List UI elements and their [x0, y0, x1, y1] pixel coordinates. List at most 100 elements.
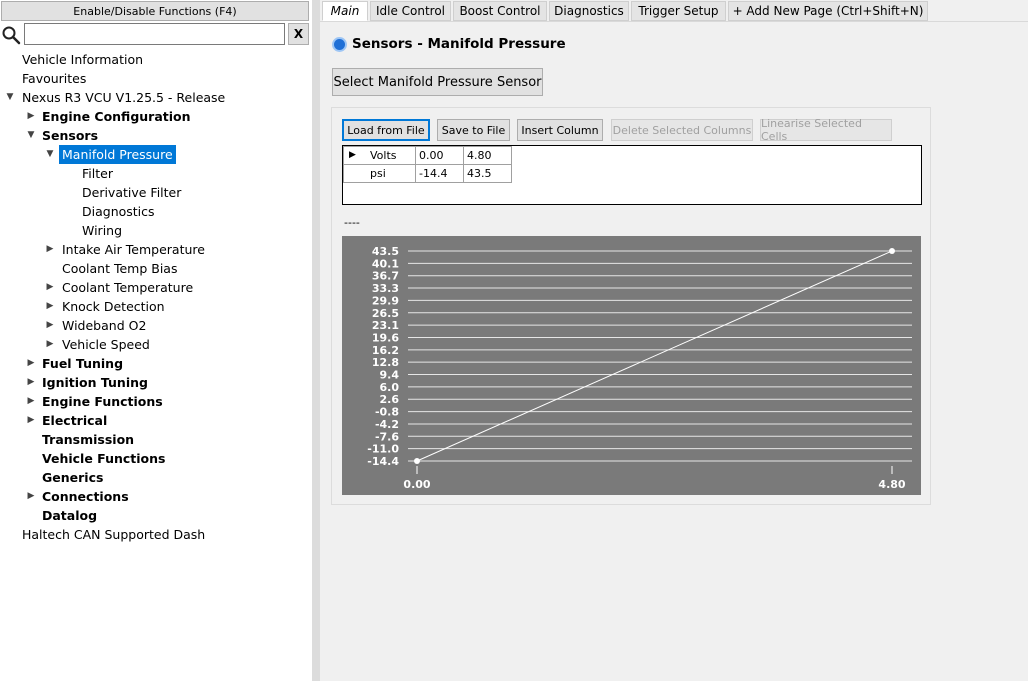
clear-search-button[interactable]: X [288, 23, 309, 45]
table-cell[interactable]: 4.80 [463, 146, 512, 165]
table-cell[interactable]: -14.4 [415, 164, 464, 183]
tree-item[interactable]: ▶ Electrical [0, 411, 312, 430]
tree-item[interactable]: ▼ Manifold Pressure [0, 145, 312, 164]
y-tick-label: -11.0 [367, 443, 399, 456]
tree-item[interactable]: Generics [0, 468, 312, 487]
tree-item-label: Wiring [82, 223, 123, 238]
tab-idle-control[interactable]: Idle Control [370, 1, 451, 21]
row-header: ▶ Volts [343, 146, 416, 165]
main-content: Main Idle Control Boost Control Diagnostics… [320, 0, 1028, 681]
tree-item[interactable]: ▶ Vehicle Speed [0, 335, 312, 354]
y-tick-label: 43.5 [372, 245, 399, 258]
tab-add-new-page[interactable]: + Add New Page (Ctrl+Shift+N) [728, 1, 928, 21]
tree-item[interactable]: ▶ Connections [0, 487, 312, 506]
y-tick-label: 2.6 [380, 393, 400, 406]
tree-item[interactable]: Transmission [0, 430, 312, 449]
y-tick-label: -0.8 [375, 406, 399, 419]
tree-item-label: Engine Functions [42, 394, 163, 409]
tree-item-label: Ignition Tuning [42, 375, 148, 390]
tree-item[interactable]: Haltech CAN Supported Dash [0, 525, 312, 544]
tab-diagnostics[interactable]: Diagnostics [549, 1, 629, 21]
linearise-selected-cells-button: Linearise Selected Cells [760, 117, 892, 143]
expand-right-icon[interactable]: ▶ [25, 392, 37, 411]
expand-right-icon[interactable]: ▶ [44, 297, 56, 316]
tree-item-label: Vehicle Speed [62, 337, 150, 352]
expand-right-icon[interactable]: ▶ [44, 335, 56, 354]
enable-disable-functions-button[interactable]: Enable/Disable Functions (F4) [1, 1, 309, 21]
tree-item[interactable]: Derivative Filter [0, 183, 312, 202]
tree-item[interactable]: Wiring [0, 221, 312, 240]
tree-item[interactable]: Vehicle Information [0, 50, 312, 69]
row-label: psi [370, 167, 386, 180]
expand-down-icon[interactable]: ▼ [44, 145, 56, 164]
tree-item[interactable]: Filter [0, 164, 312, 183]
tab-main[interactable]: Main [322, 1, 368, 21]
function-tree: Vehicle Information Favourites ▼ Nexus R3 V… [0, 50, 312, 544]
y-tick-label: 29.9 [372, 294, 399, 307]
tab-bar: Main Idle Control Boost Control Diagnostics… [320, 0, 1028, 22]
tree-item[interactable]: ▶ Fuel Tuning [0, 354, 312, 373]
data-point[interactable] [414, 458, 420, 464]
calibration-table: ▶ Volts 0.00 4.80 psi -14.4 43.5 [343, 146, 512, 183]
tree-item[interactable]: ▶ Wideband O2 [0, 316, 312, 335]
table-cell[interactable]: 43.5 [463, 164, 512, 183]
expand-down-icon[interactable]: ▼ [4, 88, 16, 107]
calibration-table-container: ▶ Volts 0.00 4.80 psi -14.4 43.5 [342, 145, 922, 205]
tree-item-label: Intake Air Temperature [62, 242, 205, 257]
tab-boost-control[interactable]: Boost Control [453, 1, 547, 21]
tree-item[interactable]: ▶ Coolant Temperature [0, 278, 312, 297]
y-tick-label: 33.3 [372, 282, 399, 295]
panel-splitter[interactable] [312, 0, 320, 681]
page-title: Sensors - Manifold Pressure [352, 36, 566, 52]
tree-item[interactable]: Diagnostics [0, 202, 312, 221]
table-row: ▶ Volts 0.00 4.80 [343, 146, 512, 165]
expand-right-icon[interactable]: ▶ [44, 316, 56, 335]
expand-right-icon[interactable]: ▶ [25, 373, 37, 392]
tree-item[interactable]: ▼ Sensors [0, 126, 312, 145]
navigation-panel: Enable/Disable Functions (F4) X Vehicle … [0, 0, 312, 681]
tree-item[interactable]: Datalog [0, 506, 312, 525]
y-tick-label: -7.6 [375, 430, 399, 443]
tree-item[interactable]: Favourites [0, 69, 312, 88]
expand-right-icon[interactable]: ▶ [44, 278, 56, 297]
tree-item-label: Coolant Temp Bias [62, 261, 178, 276]
tree-item-label: Favourites [22, 71, 87, 86]
expand-right-icon[interactable]: ▶ [25, 354, 37, 373]
table-cell[interactable]: 0.00 [415, 146, 464, 165]
insert-column-button[interactable]: Insert Column [517, 119, 603, 141]
tree-item[interactable]: ▶ Engine Configuration [0, 107, 312, 126]
save-to-file-button[interactable]: Save to File [437, 119, 510, 141]
expand-right-icon[interactable]: ▶ [25, 107, 37, 126]
y-tick-label: 12.8 [372, 356, 399, 369]
expand-right-icon[interactable]: ▶ [44, 240, 56, 259]
tree-item[interactable]: ▶ Intake Air Temperature [0, 240, 312, 259]
tree-item[interactable]: ▶ Knock Detection [0, 297, 312, 316]
data-point[interactable] [889, 248, 895, 254]
y-tick-label: 9.4 [380, 369, 400, 382]
expand-down-icon[interactable]: ▼ [25, 126, 37, 145]
y-tick-label: 19.6 [372, 331, 399, 344]
expand-right-icon[interactable]: ▶ [25, 411, 37, 430]
y-tick-label: 6.0 [380, 381, 400, 394]
tab-trigger-setup[interactable]: Trigger Setup [631, 1, 726, 21]
tree-item[interactable]: Vehicle Functions [0, 449, 312, 468]
tree-item[interactable]: Coolant Temp Bias [0, 259, 312, 278]
y-tick-label: 40.1 [372, 257, 399, 270]
tree-item-label: Datalog [42, 508, 98, 523]
load-from-file-button[interactable]: Load from File [342, 119, 430, 141]
select-sensor-button[interactable]: Select Manifold Pressure Sensor [332, 68, 543, 96]
search-icon[interactable] [1, 25, 21, 45]
tree-item[interactable]: ▶ Ignition Tuning [0, 373, 312, 392]
search-input[interactable] [24, 23, 285, 45]
tree-item-label: Vehicle Functions [42, 451, 166, 466]
tree-item[interactable]: ▼ Nexus R3 VCU V1.25.5 - Release [0, 88, 312, 107]
tree-item-label: Coolant Temperature [62, 280, 194, 295]
delete-selected-columns-button: Delete Selected Columns [611, 119, 753, 141]
calibration-panel: Load from File Save to File Insert Colum… [331, 107, 931, 505]
calibration-chart[interactable]: 43.540.136.733.329.926.523.119.616.212.8… [342, 236, 921, 495]
tree-item-label: Engine Configuration [42, 109, 191, 124]
tree-item-label: Diagnostics [82, 204, 155, 219]
tree-item-label: Filter [82, 166, 113, 181]
tree-item[interactable]: ▶ Engine Functions [0, 392, 312, 411]
expand-right-icon[interactable]: ▶ [25, 487, 37, 506]
